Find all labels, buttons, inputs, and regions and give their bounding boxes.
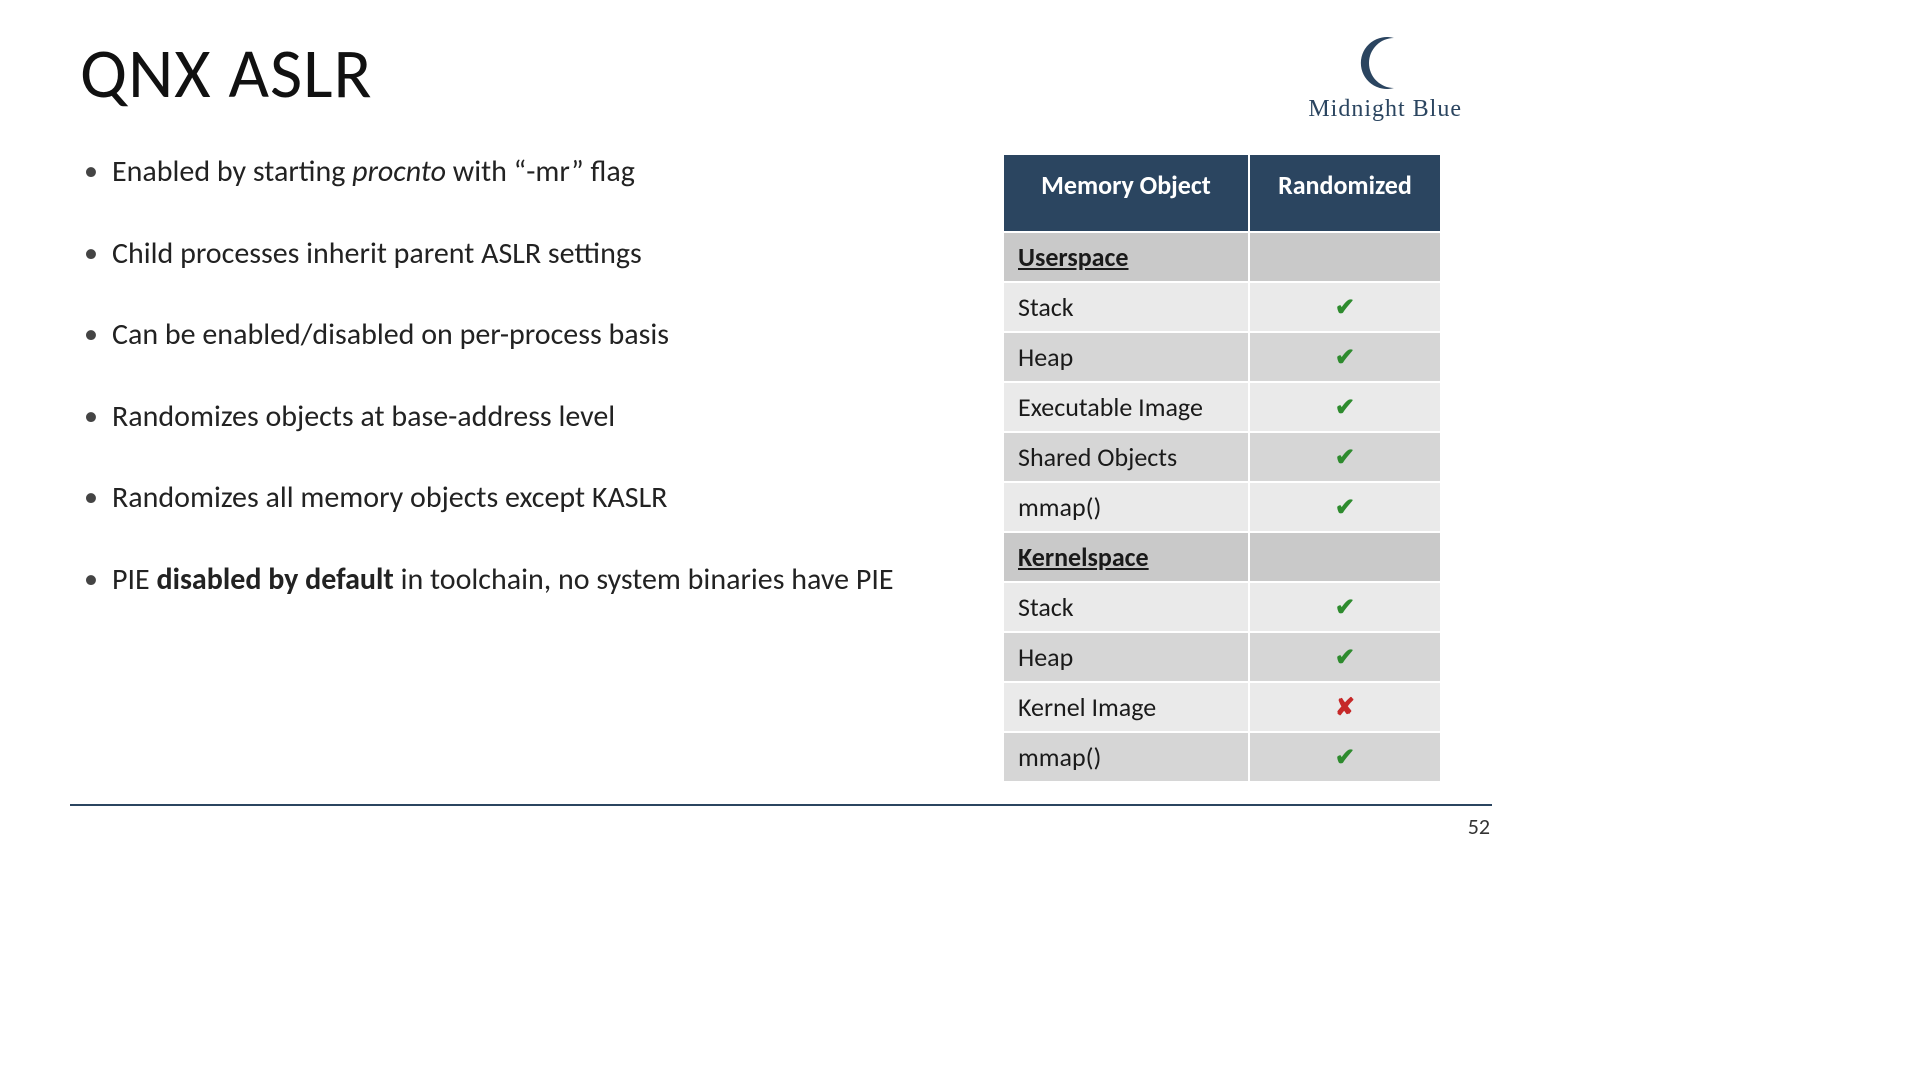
check-icon: ✔ bbox=[1249, 632, 1441, 682]
header: QNX ASLR Midnight Blue bbox=[80, 30, 1442, 123]
bullet-item: Randomizes all memory objects except KAS… bbox=[80, 479, 942, 517]
bullet-item: Child processes inherit parent ASLR sett… bbox=[80, 235, 942, 273]
crescent-icon bbox=[1352, 34, 1418, 92]
bullets-ul: Enabled by starting procnto with “-mr” f… bbox=[80, 153, 942, 598]
bullet-emphasis: procnto bbox=[352, 153, 446, 190]
table-row: Heap✔ bbox=[1003, 332, 1441, 382]
table-row: Executable Image✔ bbox=[1003, 382, 1441, 432]
table-row: Heap✔ bbox=[1003, 632, 1441, 682]
memory-object-cell: Kernel Image bbox=[1003, 682, 1249, 732]
check-icon: ✔ bbox=[1249, 282, 1441, 332]
th-memory-object: Memory Object bbox=[1003, 154, 1249, 232]
bullet-text: with “-mr” flag bbox=[446, 153, 635, 190]
memory-table-wrap: Memory Object Randomized UserspaceStack✔… bbox=[1002, 153, 1442, 783]
table-row: Kernel Image✘ bbox=[1003, 682, 1441, 732]
table-row: mmap()✔ bbox=[1003, 732, 1441, 782]
check-icon: ✔ bbox=[1249, 332, 1441, 382]
memory-object-cell: Heap bbox=[1003, 332, 1249, 382]
memory-object-cell: mmap() bbox=[1003, 732, 1249, 782]
memory-object-cell: mmap() bbox=[1003, 482, 1249, 532]
check-icon: ✔ bbox=[1249, 582, 1441, 632]
bullet-text: Randomizes objects at base-address level bbox=[112, 398, 615, 435]
section-empty bbox=[1249, 532, 1441, 582]
check-icon: ✔ bbox=[1249, 482, 1441, 532]
th-randomized: Randomized bbox=[1249, 154, 1441, 232]
bullet-text: PIE bbox=[112, 561, 157, 598]
content-row: Enabled by starting procnto with “-mr” f… bbox=[80, 153, 1442, 783]
bullet-item: Enabled by starting procnto with “-mr” f… bbox=[80, 153, 942, 191]
bullet-item: Can be enabled/disabled on per-process b… bbox=[80, 316, 942, 354]
bullet-text: Randomizes all memory objects except KAS… bbox=[112, 479, 667, 516]
slide: QNX ASLR Midnight Blue Enabled by starti… bbox=[0, 0, 1512, 850]
section-label: Userspace bbox=[1003, 232, 1249, 282]
memory-object-cell: Shared Objects bbox=[1003, 432, 1249, 482]
footer-rule bbox=[70, 804, 1492, 806]
memory-object-cell: Executable Image bbox=[1003, 382, 1249, 432]
bullet-strong: disabled by default bbox=[157, 561, 394, 598]
table-row: mmap()✔ bbox=[1003, 482, 1441, 532]
brand-name: Midnight Blue bbox=[1308, 96, 1462, 123]
table-section-row: Kernelspace bbox=[1003, 532, 1441, 582]
check-icon: ✔ bbox=[1249, 432, 1441, 482]
memory-object-cell: Stack bbox=[1003, 582, 1249, 632]
memory-table: Memory Object Randomized UserspaceStack✔… bbox=[1002, 153, 1442, 783]
check-icon: ✔ bbox=[1249, 732, 1441, 782]
bullet-text: Can be enabled/disabled on per-process b… bbox=[112, 316, 669, 353]
memory-object-cell: Heap bbox=[1003, 632, 1249, 682]
memory-object-cell: Stack bbox=[1003, 282, 1249, 332]
bullet-text: in toolchain, no system binaries have PI… bbox=[394, 561, 894, 598]
bullet-text: Enabled by starting bbox=[112, 153, 352, 190]
bullet-item: PIE disabled by default in toolchain, no… bbox=[80, 561, 942, 599]
memory-table-body: UserspaceStack✔Heap✔Executable Image✔Sha… bbox=[1003, 232, 1441, 782]
slide-title: QNX ASLR bbox=[80, 30, 373, 116]
bullet-text: Child processes inherit parent ASLR sett… bbox=[112, 235, 642, 272]
table-row: Stack✔ bbox=[1003, 282, 1441, 332]
bullet-item: Randomizes objects at base-address level bbox=[80, 398, 942, 436]
page-number: 52 bbox=[1468, 813, 1490, 840]
cross-icon: ✘ bbox=[1249, 682, 1441, 732]
check-icon: ✔ bbox=[1249, 382, 1441, 432]
table-row: Shared Objects✔ bbox=[1003, 432, 1441, 482]
table-row: Stack✔ bbox=[1003, 582, 1441, 632]
bullet-list: Enabled by starting procnto with “-mr” f… bbox=[80, 153, 942, 783]
section-empty bbox=[1249, 232, 1441, 282]
table-section-row: Userspace bbox=[1003, 232, 1441, 282]
brand-logo: Midnight Blue bbox=[1308, 34, 1462, 123]
section-label: Kernelspace bbox=[1003, 532, 1249, 582]
